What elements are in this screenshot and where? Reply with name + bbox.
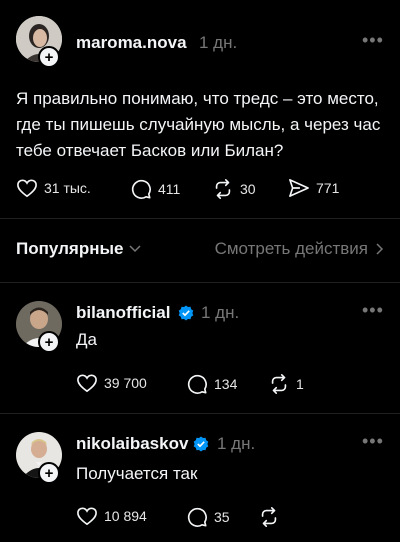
heart-icon bbox=[17, 179, 37, 198]
comment-count: 35 bbox=[214, 509, 230, 525]
more-dots-icon[interactable]: ••• bbox=[362, 30, 384, 51]
sort-dropdown[interactable]: Популярные bbox=[16, 239, 141, 259]
comment-button[interactable]: 411 bbox=[130, 178, 180, 200]
reply-time: 1 дн. bbox=[217, 434, 256, 453]
reply-item: + nikolaibaskov 1 дн. ••• Получается так… bbox=[0, 414, 400, 542]
heart-icon bbox=[77, 374, 97, 393]
post-username[interactable]: maroma.nova bbox=[76, 33, 187, 53]
follow-plus-icon[interactable]: + bbox=[38, 46, 60, 68]
repost-button[interactable] bbox=[258, 506, 286, 528]
reply-text: Да bbox=[76, 330, 97, 349]
like-button[interactable]: 39 700 bbox=[76, 373, 147, 393]
like-count: 39 700 bbox=[104, 375, 147, 391]
divider bbox=[0, 218, 400, 219]
repost-count: 1 bbox=[296, 376, 304, 392]
post-text: Я правильно понимаю, что тредс – это мес… bbox=[16, 89, 381, 160]
comment-icon bbox=[187, 507, 207, 527]
verified-badge-icon bbox=[193, 436, 209, 452]
heart-icon bbox=[77, 507, 97, 526]
reply-time: 1 дн. bbox=[201, 303, 240, 322]
comment-button[interactable]: 134 bbox=[186, 373, 237, 395]
comment-icon bbox=[187, 374, 207, 394]
reply-text: Получается так bbox=[76, 464, 198, 483]
post-time: 1 дн. bbox=[199, 33, 238, 52]
view-activity-link[interactable]: Смотреть действия bbox=[215, 239, 384, 259]
chevron-down-icon bbox=[129, 245, 141, 253]
follow-plus-icon[interactable]: + bbox=[38, 331, 60, 353]
like-button[interactable]: 10 894 bbox=[76, 506, 147, 526]
verified-badge-icon bbox=[178, 305, 194, 321]
repost-icon bbox=[271, 374, 287, 394]
comment-button[interactable]: 35 bbox=[186, 506, 230, 528]
repost-button[interactable]: 1 bbox=[268, 373, 304, 395]
repost-icon bbox=[261, 507, 277, 527]
more-dots-icon[interactable]: ••• bbox=[362, 300, 384, 321]
repost-icon bbox=[215, 179, 231, 199]
share-count: 771 bbox=[316, 180, 340, 196]
comment-icon bbox=[131, 179, 151, 199]
reply-username[interactable]: bilanofficial bbox=[76, 303, 170, 323]
share-button[interactable]: 771 bbox=[288, 178, 339, 198]
like-count: 10 894 bbox=[104, 508, 147, 524]
like-button[interactable]: 31 тыс. bbox=[16, 178, 91, 198]
like-count: 31 тыс. bbox=[44, 180, 91, 196]
activity-label: Смотреть действия bbox=[214, 239, 368, 258]
chevron-right-icon bbox=[376, 243, 384, 255]
reply-username[interactable]: nikolaibaskov bbox=[76, 434, 188, 454]
more-dots-icon[interactable]: ••• bbox=[362, 431, 384, 452]
comment-count: 411 bbox=[158, 181, 181, 197]
repost-count: 30 bbox=[240, 181, 256, 197]
sort-label: Популярные bbox=[16, 239, 124, 258]
share-icon bbox=[289, 179, 309, 197]
repost-button[interactable]: 30 bbox=[212, 178, 256, 200]
reply-item: + bilanofficial 1 дн. ••• Да 39 700 134 … bbox=[0, 283, 400, 413]
comment-count: 134 bbox=[214, 376, 238, 392]
main-post: + maroma.nova 1 дн. ••• Я правильно пони… bbox=[0, 0, 400, 225]
follow-plus-icon[interactable]: + bbox=[38, 462, 60, 484]
